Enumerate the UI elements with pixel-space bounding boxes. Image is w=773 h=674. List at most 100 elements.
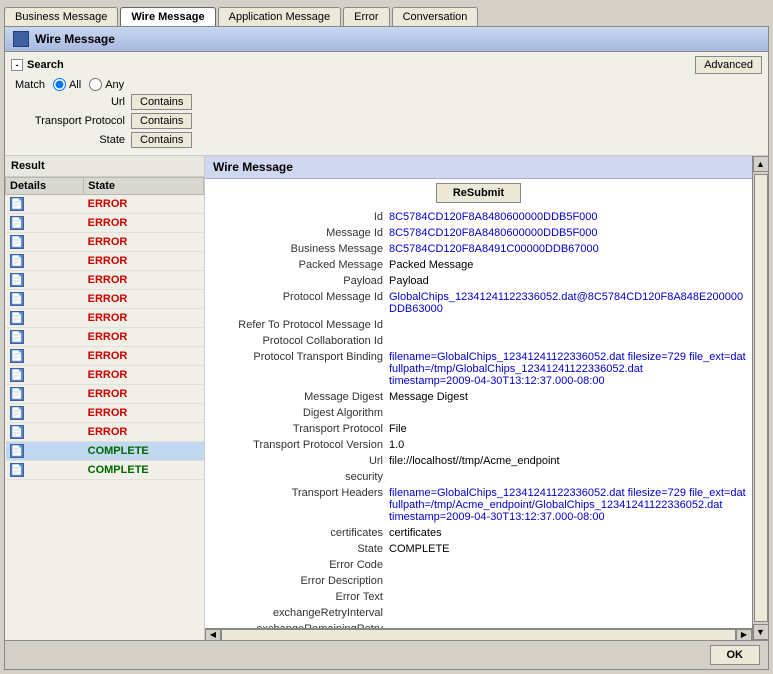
detail-row: Business Message8C5784CD120F8A8491C00000… xyxy=(209,241,748,257)
detail-row: Protocol Collaboration Id xyxy=(209,333,748,349)
detail-cell: 📄 xyxy=(6,271,84,290)
field-value[interactable]: 8C5784CD120F8A8480600000DDB5F000 xyxy=(389,225,748,241)
state-contains-button[interactable]: Contains xyxy=(131,132,192,148)
state-cell: ERROR xyxy=(84,404,204,423)
detail-cell: 📄 xyxy=(6,252,84,271)
collapse-icon[interactable]: - xyxy=(11,59,23,71)
field-label: Digest Algorithm xyxy=(209,405,389,421)
resubmit-button[interactable]: ReSubmit xyxy=(436,183,521,203)
detail-cell: 📄 xyxy=(6,404,84,423)
state-cell: ERROR xyxy=(84,366,204,385)
detail-icon: 📄 xyxy=(10,349,24,363)
state-cell: ERROR xyxy=(84,252,204,271)
vertical-scrollbar[interactable]: ▲ ▼ xyxy=(752,156,768,640)
left-panel: Result Details State 📄ERROR📄ERROR📄ERROR📄… xyxy=(5,156,205,640)
table-row[interactable]: 📄ERROR xyxy=(6,366,204,385)
table-row[interactable]: 📄ERROR xyxy=(6,309,204,328)
field-label: exchangeRemainingRetry xyxy=(209,621,389,628)
detail-row: Protocol Transport Bindingfilename=Globa… xyxy=(209,349,748,389)
field-value[interactable]: filename=GlobalChips_12341241122336052.d… xyxy=(389,349,748,389)
field-label: Transport Protocol Version xyxy=(209,437,389,453)
field-value xyxy=(389,405,748,421)
field-value[interactable]: 8C5784CD120F8A8480600000DDB5F000 xyxy=(389,209,748,225)
horizontal-scrollbar[interactable]: ◀ ▶ xyxy=(205,628,752,640)
table-row[interactable]: 📄 ERROR xyxy=(6,347,204,366)
ok-button[interactable]: OK xyxy=(710,645,761,665)
table-row[interactable]: 📄ERROR xyxy=(6,385,204,404)
detail-icon: 📄 xyxy=(10,311,24,325)
table-row[interactable]: 📄 ERROR xyxy=(6,423,204,442)
scroll-down-arrow[interactable]: ▼ xyxy=(753,624,769,640)
url-label: Url xyxy=(11,96,131,108)
search-toggle[interactable]: - Search xyxy=(11,59,64,71)
field-value[interactable]: 8C5784CD120F8A8491C00000DDB67000 xyxy=(389,241,748,257)
table-row[interactable]: 📄ERROR xyxy=(6,404,204,423)
scroll-right-arrow[interactable]: ▶ xyxy=(736,629,752,641)
advanced-button[interactable]: Advanced xyxy=(695,56,762,74)
field-label: Message Digest xyxy=(209,389,389,405)
state-cell: COMPLETE xyxy=(84,442,204,461)
tab-business-message[interactable]: Business Message xyxy=(4,7,118,26)
field-value xyxy=(389,317,748,333)
detail-row: Message Id8C5784CD120F8A8480600000DDB5F0… xyxy=(209,225,748,241)
wire-message-header: Wire Message xyxy=(205,156,752,179)
state-cell: ERROR xyxy=(84,423,204,442)
v-scroll-track[interactable] xyxy=(754,174,768,622)
h-scrollbar-track[interactable] xyxy=(221,629,736,641)
match-all-radio[interactable] xyxy=(53,78,66,91)
search-header: - Search Advanced xyxy=(11,56,762,74)
tabs-bar: Business Message Wire Message Applicatio… xyxy=(0,0,773,26)
tab-application-message[interactable]: Application Message xyxy=(218,7,342,26)
transport-protocol-contains-button[interactable]: Contains xyxy=(131,113,192,129)
lower-area: Result Details State 📄ERROR📄ERROR📄ERROR📄… xyxy=(5,156,768,640)
match-any-radio[interactable] xyxy=(89,78,102,91)
match-label: Match xyxy=(15,79,45,91)
scroll-up-arrow[interactable]: ▲ xyxy=(753,156,769,172)
detail-icon: 📄 xyxy=(10,273,24,287)
detail-icon: 📄 xyxy=(10,292,24,306)
detail-row: Id8C5784CD120F8A8480600000DDB5F000 xyxy=(209,209,748,225)
scroll-left-arrow[interactable]: ◀ xyxy=(205,629,221,641)
tab-error[interactable]: Error xyxy=(343,7,389,26)
detail-grid: Id8C5784CD120F8A8480600000DDB5F000Messag… xyxy=(209,209,748,628)
field-label: Protocol Transport Binding xyxy=(209,349,389,389)
table-row[interactable]: 📄COMPLETE xyxy=(6,442,204,461)
table-row[interactable]: 📄ERROR xyxy=(6,271,204,290)
table-row[interactable]: 📄COMPLETE xyxy=(6,461,204,480)
table-row[interactable]: 📄ERROR xyxy=(6,252,204,271)
match-row: Match All Any xyxy=(11,78,762,91)
tab-conversation[interactable]: Conversation xyxy=(392,7,479,26)
table-row[interactable]: 📄ERROR xyxy=(6,328,204,347)
table-row[interactable]: 📄ERROR xyxy=(6,214,204,233)
wire-message-body[interactable]: ReSubmit Id8C5784CD120F8A8480600000DDB5F… xyxy=(205,179,752,628)
field-label: Refer To Protocol Message Id xyxy=(209,317,389,333)
wire-message-icon xyxy=(13,31,29,47)
table-row[interactable]: 📄ERROR xyxy=(6,195,204,214)
state-cell: COMPLETE xyxy=(84,461,204,480)
table-row[interactable]: 📄ERROR xyxy=(6,233,204,252)
table-row[interactable]: 📄ERROR xyxy=(6,290,204,309)
field-value[interactable]: GlobalChips_12341241122336052.dat@8C5784… xyxy=(389,289,748,317)
detail-row: exchangeRetryInterval xyxy=(209,605,748,621)
field-value xyxy=(389,469,748,485)
match-any-option[interactable]: Any xyxy=(89,78,124,91)
detail-cell: 📄 xyxy=(6,423,84,442)
match-all-option[interactable]: All xyxy=(53,78,81,91)
detail-row: Error Code xyxy=(209,557,748,573)
state-cell: ERROR xyxy=(84,385,204,404)
field-value: File xyxy=(389,421,748,437)
detail-cell: 📄 xyxy=(6,290,84,309)
field-label: Business Message xyxy=(209,241,389,257)
field-value: certificates xyxy=(389,525,748,541)
detail-row: security xyxy=(209,469,748,485)
field-value[interactable]: filename=GlobalChips_12341241122336052.d… xyxy=(389,485,748,525)
detail-cell: 📄 xyxy=(6,442,84,461)
url-contains-button[interactable]: Contains xyxy=(131,94,192,110)
tab-wire-message[interactable]: Wire Message xyxy=(120,7,215,26)
state-cell: ERROR xyxy=(84,347,204,366)
field-label: exchangeRetryInterval xyxy=(209,605,389,621)
url-row: Url Contains xyxy=(11,94,762,110)
field-label: security xyxy=(209,469,389,485)
detail-icon: 📄 xyxy=(10,425,24,439)
field-value xyxy=(389,589,748,605)
